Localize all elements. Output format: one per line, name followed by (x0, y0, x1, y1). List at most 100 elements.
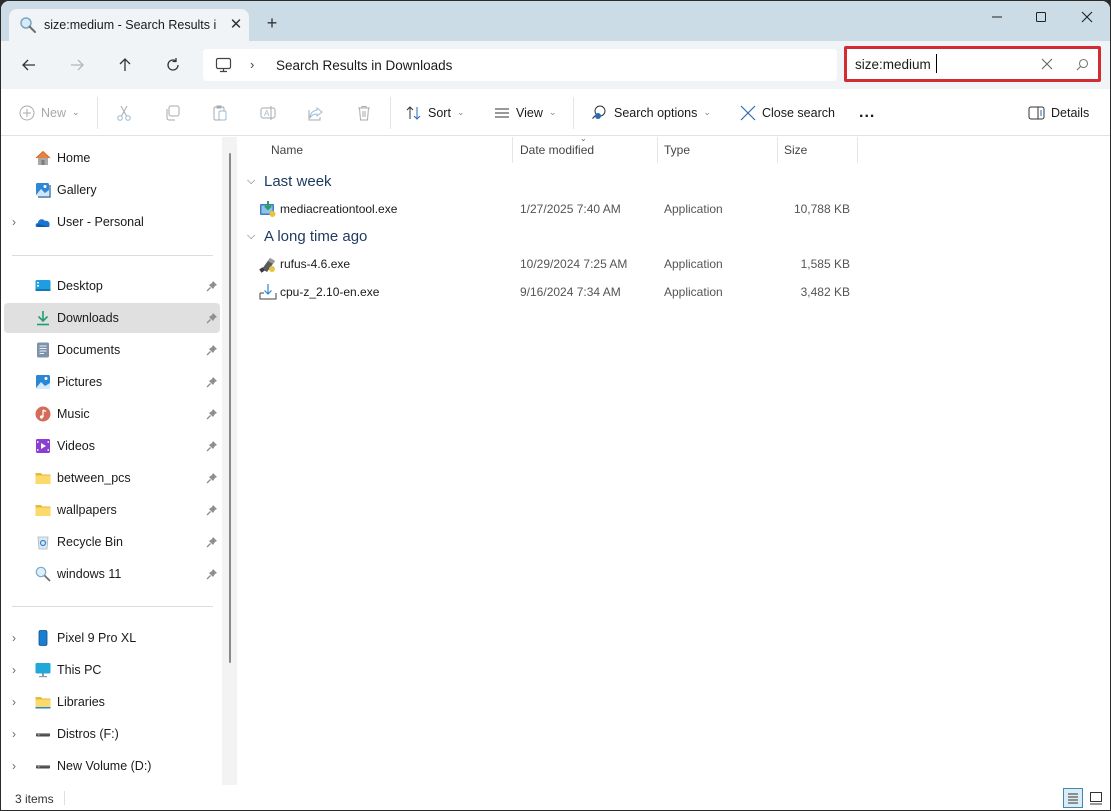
new-button[interactable]: New ⌄ (19, 89, 80, 136)
refresh-button[interactable] (161, 53, 185, 77)
minimize-button[interactable] (974, 1, 1020, 33)
forward-button[interactable] (65, 53, 89, 77)
chevron-right-icon[interactable]: › (12, 727, 24, 741)
sidebar-item-music[interactable]: Music (4, 399, 220, 429)
sort-label: Sort (428, 105, 451, 120)
delete-button[interactable] (356, 89, 372, 136)
pin-icon[interactable] (206, 408, 218, 420)
sidebar-item-gallery[interactable]: Gallery (4, 175, 220, 205)
sidebar-item-windows-11-search[interactable]: windows 11 (4, 559, 220, 589)
column-header-type[interactable]: Type (658, 137, 777, 163)
sidebar-item-distros-f[interactable]: › Distros (F:) (4, 719, 220, 749)
cut-button[interactable] (116, 89, 132, 136)
sidebar-item-downloads[interactable]: Downloads (4, 303, 220, 333)
sidebar-item-libraries[interactable]: › Libraries (4, 687, 220, 717)
chevron-right-icon[interactable]: › (12, 215, 24, 229)
sidebar-item-onedrive[interactable]: › User - Personal (4, 207, 220, 237)
back-button[interactable] (17, 53, 41, 77)
pin-icon[interactable] (206, 312, 218, 324)
chevron-right-icon[interactable]: › (12, 631, 24, 645)
scrollbar-thumb[interactable] (229, 153, 231, 663)
search-box[interactable] (844, 46, 1101, 82)
rufus-icon (259, 255, 277, 273)
new-tab-button[interactable]: + (263, 14, 281, 32)
rename-button[interactable]: A (260, 89, 276, 136)
up-button[interactable] (113, 53, 137, 77)
sidebar-item-documents[interactable]: Documents (4, 335, 220, 365)
scissors-icon (117, 105, 131, 121)
column-header-size[interactable]: Size (778, 137, 857, 163)
this-pc-icon (215, 57, 233, 76)
share-button[interactable] (308, 89, 324, 136)
sort-indicator-icon: ⌄ (580, 134, 587, 143)
maximize-button[interactable] (1018, 1, 1064, 33)
home-icon (35, 150, 51, 166)
sidebar-item-recycle-bin[interactable]: Recycle Bin (4, 527, 220, 557)
details-pane-button[interactable]: Details (1028, 89, 1089, 136)
pin-icon[interactable] (206, 376, 218, 388)
divider (12, 606, 213, 607)
chevron-right-icon[interactable]: › (12, 663, 24, 677)
search-button[interactable] (1073, 55, 1091, 73)
command-bar: New ⌄ A Sort ⌄ View ⌄ Search options ⌄ C… (1, 89, 1110, 136)
copy-button[interactable] (164, 89, 180, 136)
file-row[interactable]: rufus-4.6.exe 10/29/2024 7:25 AM Applica… (239, 252, 859, 276)
tab-title: size:medium - Search Results i (44, 18, 216, 32)
close-icon (740, 105, 756, 120)
sidebar-item-between-pcs[interactable]: between_pcs (4, 463, 220, 493)
sidebar-item-home[interactable]: Home (4, 143, 220, 173)
tab-close-icon[interactable]: ✕ (227, 15, 245, 33)
search-icon (1076, 58, 1088, 70)
breadcrumb-chevron-icon[interactable]: › (250, 57, 254, 72)
close-button[interactable] (1064, 1, 1110, 33)
status-bar: 3 items (1, 785, 1110, 810)
title-bar: size:medium - Search Results i ✕ + (1, 1, 1110, 41)
chevron-right-icon[interactable]: › (12, 759, 24, 773)
clear-search-button[interactable] (1038, 55, 1056, 73)
column-header-name[interactable]: Name (239, 137, 512, 163)
copy-icon (166, 105, 180, 120)
sort-button[interactable]: Sort ⌄ (406, 89, 464, 136)
view-button[interactable]: View ⌄ (494, 89, 556, 136)
file-row[interactable]: cpu-z_2.10-en.exe 9/16/2024 7:34 AM Appl… (239, 280, 859, 304)
sidebar-item-new-volume-d[interactable]: › New Volume (D:) (4, 751, 220, 781)
pin-icon[interactable] (206, 504, 218, 516)
group-header-a-long-time-ago[interactable]: ⌵ A long time ago (247, 224, 367, 248)
sidebar-item-this-pc[interactable]: › This PC (4, 655, 220, 685)
close-search-label: Close search (762, 105, 835, 120)
pin-icon[interactable] (206, 440, 218, 452)
svg-text:A: A (264, 109, 270, 118)
search-options-button[interactable]: Search options ⌄ (591, 89, 711, 136)
file-row[interactable]: mediacreationtool.exe 1/27/2025 7:40 AM … (239, 197, 859, 221)
details-view-button[interactable] (1063, 788, 1083, 808)
file-explorer-window: size:medium - Search Results i ✕ + › Sea… (1, 1, 1110, 810)
trash-icon (358, 105, 370, 120)
sort-icon (406, 105, 421, 120)
search-input[interactable] (855, 54, 1035, 74)
sidebar-item-pictures[interactable]: Pictures (4, 367, 220, 397)
breadcrumb-current[interactable]: Search Results in Downloads (276, 58, 452, 73)
more-options-button[interactable]: ... (859, 89, 875, 136)
arrow-left-icon (22, 59, 35, 71)
pin-icon[interactable] (206, 472, 218, 484)
large-icons-view-button[interactable] (1086, 788, 1106, 808)
pin-icon[interactable] (206, 344, 218, 356)
close-search-button[interactable]: Close search (740, 89, 835, 136)
plus-circle-icon (19, 105, 35, 120)
sidebar-item-pixel-9-pro-xl[interactable]: › Pixel 9 Pro XL (4, 623, 220, 653)
address-bar[interactable]: › Search Results in Downloads (203, 49, 837, 81)
sidebar-scrollbar[interactable] (222, 137, 237, 785)
sidebar-item-wallpapers[interactable]: wallpapers (4, 495, 220, 525)
paste-button[interactable] (212, 89, 228, 136)
sidebar-item-videos[interactable]: Videos (4, 431, 220, 461)
group-header-last-week[interactable]: ⌵ Last week (247, 169, 332, 193)
column-divider[interactable] (857, 137, 858, 163)
pin-icon[interactable] (206, 280, 218, 292)
view-label: View (516, 105, 543, 120)
pin-icon[interactable] (206, 536, 218, 548)
chevron-down-icon: ⌄ (72, 107, 80, 117)
chevron-right-icon[interactable]: › (12, 695, 24, 709)
tab-search-results[interactable]: size:medium - Search Results i ✕ (9, 9, 249, 41)
sidebar-item-desktop[interactable]: Desktop (4, 271, 220, 301)
pin-icon[interactable] (206, 568, 218, 580)
